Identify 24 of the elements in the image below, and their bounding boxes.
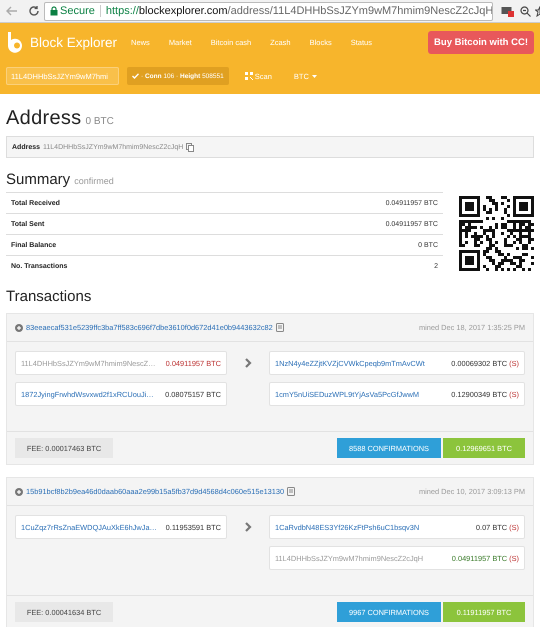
section-title: Summary	[6, 171, 70, 188]
url-text[interactable]: https://blockexplorer.com/address/11L4DHHbSsJZYm9wM7hmim9NescZ2cJqH	[106, 5, 492, 17]
secure-label: Secure	[60, 5, 101, 17]
expand-icon[interactable]	[15, 488, 23, 496]
page-title: Address	[6, 107, 82, 130]
copy-icon[interactable]	[276, 323, 284, 332]
balance: 0 BTC	[85, 116, 114, 127]
reload-icon[interactable]	[28, 5, 40, 17]
section-subtitle: confirmed	[74, 176, 114, 186]
brand-name[interactable]: Block Explorer	[30, 34, 118, 50]
copy-icon[interactable]	[186, 142, 194, 152]
chevron-right-icon	[244, 522, 252, 532]
section-title: Transactions	[6, 288, 92, 305]
caret-icon	[312, 74, 317, 78]
buy-bitcoin-button[interactable]: Buy Bitcoin with CC!	[428, 30, 534, 54]
check-icon	[132, 73, 139, 79]
lock-icon	[50, 6, 58, 16]
qr-icon	[244, 72, 253, 80]
copy-icon[interactable]	[287, 487, 296, 496]
zoom-icon[interactable]	[520, 6, 531, 16]
star-icon[interactable]	[535, 6, 540, 16]
expand-icon[interactable]	[15, 324, 23, 332]
chevron-right-icon	[244, 358, 252, 368]
blocked-window-icon[interactable]	[501, 6, 514, 16]
